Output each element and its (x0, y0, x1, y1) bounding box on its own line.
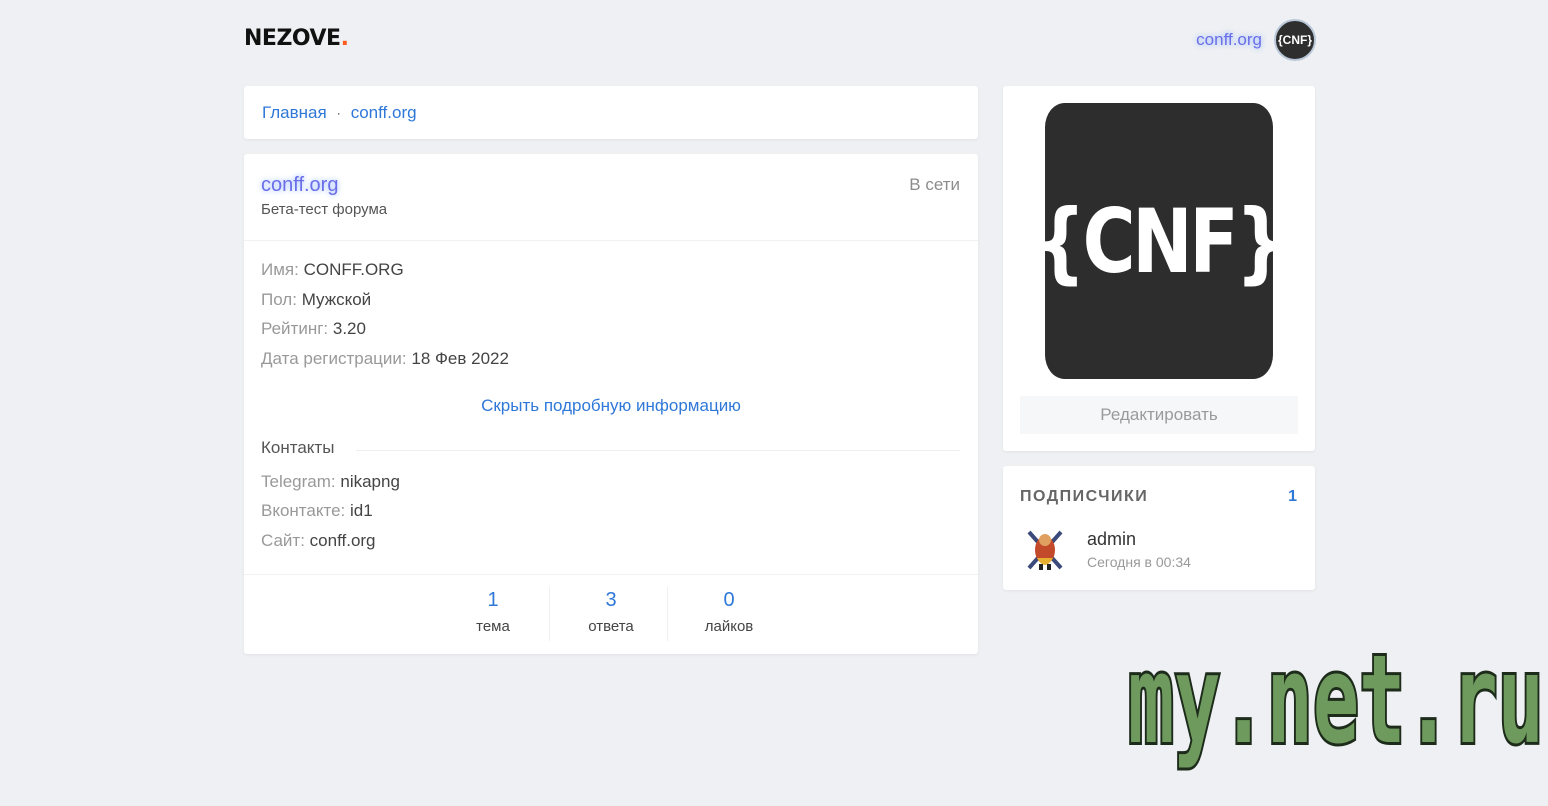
info-label: Пол: (261, 290, 297, 309)
profile-username: conff.org (261, 174, 339, 196)
contacts-divider (356, 450, 960, 451)
info-label: Имя: (261, 260, 299, 279)
stat-divider (667, 587, 668, 641)
profile-stats: 1 тема 3 ответа 0 лайков (244, 574, 978, 655)
contact-vk-row: Вконтакте: id1 (261, 501, 373, 521)
online-status: В сети (909, 175, 960, 194)
stat-divider (549, 587, 550, 641)
breadcrumb: Главная · conff.org (244, 86, 978, 139)
stat-label: ответа (588, 618, 634, 635)
info-value: 3.20 (332, 319, 366, 338)
stat-value: 0 (723, 589, 735, 611)
info-regdate-row: Дата регистрации: 18 Фев 2022 (261, 349, 509, 369)
watermark-logo: my.net.ru (1128, 626, 1547, 774)
contact-label: Сайт: (261, 531, 305, 550)
logo-text: NEZOVE (244, 26, 341, 51)
edit-profile-button[interactable]: Редактировать (1020, 396, 1298, 434)
user-menu[interactable]: conff.org {CNF} (1196, 19, 1316, 61)
info-value: 18 Фев 2022 (411, 349, 509, 368)
profile-header: conff.org Бета-тест форума В сети (244, 154, 978, 241)
info-name-row: Имя: CONFF.ORG (261, 260, 404, 280)
subscribers-heading: ПОДПИСЧИКИ (1020, 488, 1149, 505)
stat-label: лайков (704, 618, 754, 635)
breadcrumb-current-link[interactable]: conff.org (351, 103, 417, 123)
stat-label: тема (476, 618, 510, 635)
site-logo[interactable]: NEZOVE. (244, 26, 349, 51)
stat-value: 3 (605, 589, 617, 611)
avatar-card: {CNF} Редактировать (1003, 86, 1315, 451)
contacts-heading: Контакты (261, 438, 335, 457)
info-label: Дата регистрации: (261, 349, 407, 368)
profile-subtitle: Бета-тест форума (261, 201, 388, 218)
contact-telegram-row: Telegram: nikapng (261, 472, 400, 492)
breadcrumb-separator: · (336, 106, 341, 120)
watermark-text: my.net.ru (1128, 629, 1544, 771)
info-value: CONFF.ORG (303, 260, 404, 279)
stat-topics[interactable]: 1 тема (434, 585, 552, 635)
info-label: Рейтинг: (261, 319, 329, 338)
subscribers-count: 1 (1288, 488, 1297, 505)
subscriber-avatar[interactable] (1025, 528, 1065, 572)
stat-replies[interactable]: 3 ответа (552, 585, 670, 635)
contact-value[interactable]: conff.org (310, 531, 376, 550)
info-rating-row: Рейтинг: 3.20 (261, 319, 366, 339)
profile-avatar: {CNF} (1035, 103, 1287, 379)
stat-likes[interactable]: 0 лайков (670, 585, 788, 635)
contact-value[interactable]: nikapng (340, 472, 400, 491)
contact-label: Вконтакте: (261, 501, 346, 520)
logo-dot: . (340, 26, 349, 51)
contact-label: Telegram: (261, 472, 336, 491)
subscribers-card: ПОДПИСЧИКИ 1 admin Сегодня в 00:34 (1003, 466, 1315, 590)
breadcrumb-home-link[interactable]: Главная (262, 103, 327, 123)
info-value: Мужской (301, 290, 372, 309)
stat-value: 1 (487, 589, 499, 611)
contact-value[interactable]: id1 (350, 501, 373, 520)
current-username[interactable]: conff.org (1196, 30, 1262, 50)
user-avatar[interactable]: {CNF} (1274, 19, 1316, 61)
subscriber-time: Сегодня в 00:34 (1087, 554, 1191, 570)
profile-card: conff.org Бета-тест форума В сети Имя: C… (244, 154, 978, 654)
hide-details-link[interactable]: Скрыть подробную информацию (244, 396, 978, 416)
contact-site-row: Сайт: conff.org (261, 531, 376, 551)
subscriber-name[interactable]: admin (1087, 529, 1136, 550)
info-gender-row: Пол: Мужской (261, 290, 371, 310)
